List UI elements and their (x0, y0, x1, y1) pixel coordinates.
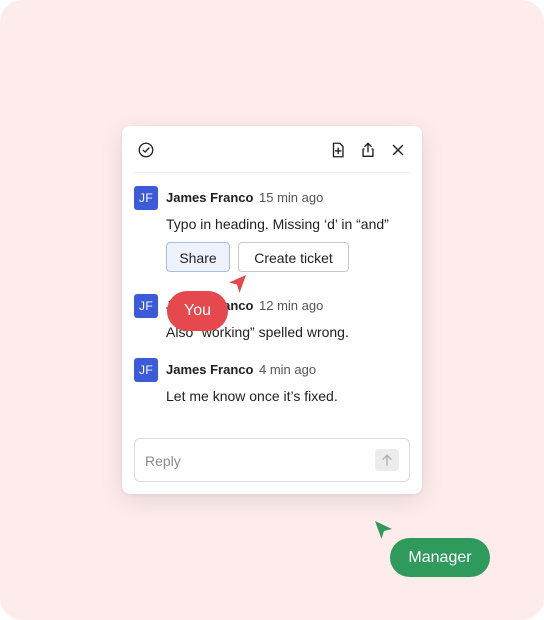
arrow-up-icon (382, 454, 392, 466)
share-button[interactable]: Share (166, 242, 230, 272)
share-icon[interactable] (358, 140, 378, 160)
comment-author: James Franco (166, 190, 254, 205)
panel-toolbar (134, 138, 410, 173)
manager-cursor-pointer-icon (375, 521, 392, 539)
reply-box (134, 438, 410, 482)
you-cursor-label: You (167, 291, 228, 331)
avatar: JF (134, 358, 158, 382)
comment-timestamp: 4 min ago (259, 362, 317, 377)
comment-author: James Franco (166, 362, 254, 377)
manager-cursor-label: Manager (390, 538, 490, 577)
reply-input[interactable] (143, 449, 377, 473)
you-cursor-pointer-icon (229, 275, 246, 293)
canvas-background: JF James Franco 15 min ago Typo in headi… (0, 0, 544, 620)
send-button[interactable] (375, 449, 399, 471)
comment-timestamp: 12 min ago (259, 298, 324, 313)
create-ticket-button[interactable]: Create ticket (238, 242, 349, 272)
comment-text: Let me know once it’s fixed. (166, 388, 338, 404)
comment-timestamp: 15 min ago (259, 190, 324, 205)
add-file-icon[interactable] (328, 140, 348, 160)
avatar: JF (134, 294, 158, 318)
comment-text: Typo in heading. Missing ‘d’ in “and” (166, 216, 389, 232)
avatar: JF (134, 186, 158, 210)
check-circle-icon[interactable] (136, 140, 156, 160)
close-icon[interactable] (388, 140, 408, 160)
